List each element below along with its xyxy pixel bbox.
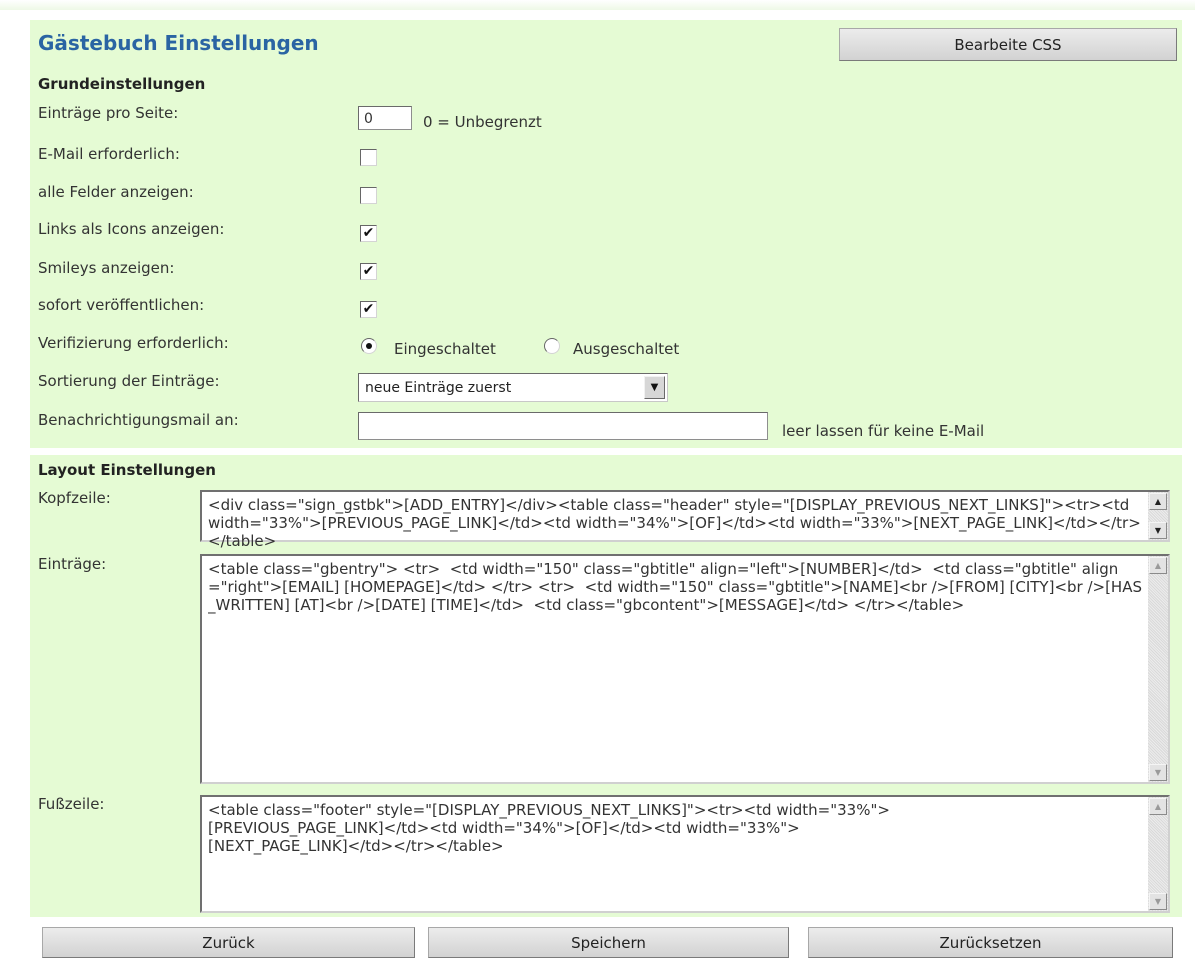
scroll-down-icon[interactable]: ▼ — [1149, 522, 1167, 539]
show-smileys-checkbox[interactable]: ✔ — [360, 263, 377, 280]
layout-section-title: Layout Einstellungen — [38, 461, 216, 479]
footer-textarea-content: <table class="footer" style="[DISPLAY_PR… — [208, 801, 890, 855]
verification-on-label: Eingeschaltet — [394, 340, 496, 358]
email-required-label: E-Mail erforderlich: — [38, 145, 180, 163]
show-all-fields-label: alle Felder anzeigen: — [38, 183, 194, 201]
verification-on-radio[interactable] — [361, 338, 377, 354]
verification-label: Verifizierung erforderlich: — [38, 334, 229, 352]
entries-per-page-input[interactable]: 0 — [358, 106, 412, 130]
footer-textarea[interactable]: <table class="footer" style="[DISPLAY_PR… — [200, 795, 1170, 913]
scroll-down-icon[interactable]: ▼ — [1149, 764, 1167, 781]
entries-per-page-hint: 0 = Unbegrenzt — [423, 113, 542, 131]
publish-immediately-checkbox[interactable]: ✔ — [360, 301, 377, 318]
header-textarea-content: <div class="sign_gstbk">[ADD_ENTRY]</div… — [208, 496, 1141, 550]
sort-order-selected: neue Einträge zuerst — [365, 380, 512, 396]
radio-selected-dot — [366, 343, 372, 349]
publish-immediately-label: sofort veröffentlichen: — [38, 296, 205, 314]
reset-button[interactable]: Zurücksetzen — [808, 927, 1173, 958]
links-as-icons-checkbox[interactable]: ✔ — [360, 225, 377, 242]
edit-css-button[interactable]: Bearbeite CSS — [839, 28, 1177, 61]
verification-off-label: Ausgeschaltet — [573, 340, 680, 358]
layout-settings-panel: Layout Einstellungen Kopfzeile: <div cla… — [30, 455, 1182, 917]
notify-mail-label: Benachrichtigungsmail an: — [38, 411, 239, 429]
page-title: Gästebuch Einstellungen — [38, 31, 319, 55]
header-field-label: Kopfzeile: — [38, 489, 111, 507]
sort-order-label: Sortierung der Einträge: — [38, 372, 220, 390]
footer-field-label: Fußzeile: — [38, 795, 105, 813]
save-button[interactable]: Speichern — [428, 927, 789, 958]
entries-scrollbar[interactable]: ▲ ▼ — [1148, 556, 1168, 782]
scroll-down-icon[interactable]: ▼ — [1149, 893, 1167, 910]
links-as-icons-label: Links als Icons anzeigen: — [38, 220, 225, 238]
show-all-fields-checkbox[interactable] — [360, 187, 377, 204]
basic-section-title: Grundeinstellungen — [38, 75, 206, 93]
entries-field-label: Einträge: — [38, 555, 107, 573]
scroll-up-icon[interactable]: ▲ — [1149, 798, 1167, 815]
scroll-up-icon[interactable]: ▲ — [1149, 557, 1167, 574]
entries-per-page-label: Einträge pro Seite: — [38, 104, 179, 122]
dropdown-arrow-icon[interactable]: ▼ — [644, 376, 665, 399]
verification-off-radio[interactable] — [544, 338, 560, 354]
sort-order-select[interactable]: neue Einträge zuerst ▼ — [358, 373, 668, 402]
notify-mail-hint: leer lassen für keine E-Mail — [782, 422, 985, 440]
header-textarea[interactable]: <div class="sign_gstbk">[ADD_ENTRY]</div… — [200, 490, 1170, 550]
header-scrollbar[interactable]: ▲ ▼ — [1148, 492, 1168, 540]
notify-mail-input[interactable] — [358, 412, 768, 440]
email-required-checkbox[interactable] — [360, 149, 377, 166]
scroll-up-icon[interactable]: ▲ — [1149, 493, 1167, 510]
entries-textarea[interactable]: <table class="gbentry"> <tr> <td width="… — [200, 554, 1170, 784]
top-band — [0, 0, 1195, 10]
show-smileys-label: Smileys anzeigen: — [38, 259, 175, 277]
back-button[interactable]: Zurück — [42, 927, 415, 958]
basic-settings-panel: Gästebuch Einstellungen Bearbeite CSS Gr… — [30, 20, 1182, 448]
footer-scrollbar[interactable]: ▲ ▼ — [1148, 797, 1168, 911]
entries-textarea-content: <table class="gbentry"> <tr> <td width="… — [208, 560, 1142, 614]
